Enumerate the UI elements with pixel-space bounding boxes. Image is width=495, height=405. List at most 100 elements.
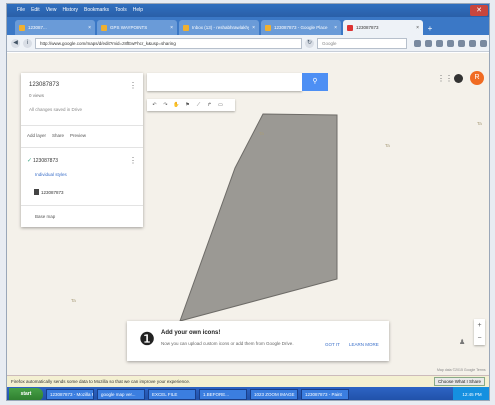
tab-label: Inbox (13) - reshabhrawlakhy... [192, 25, 250, 30]
home-icon[interactable] [447, 39, 454, 47]
window-close-button[interactable]: ✕ [470, 5, 488, 16]
map-place-label: Ta [477, 121, 482, 126]
base-map-toggle[interactable]: Base map [35, 214, 55, 219]
panel-divider [21, 147, 143, 148]
redo-icon[interactable]: ↷ [161, 102, 170, 108]
notification-message: Firefox automatically sends some data to… [11, 379, 191, 384]
layer-feature-item[interactable]: 123087873 [41, 190, 64, 195]
tab-close-icon[interactable]: × [334, 25, 337, 31]
marker-icon[interactable]: ⚑ [183, 102, 192, 108]
start-button[interactable]: start [9, 388, 43, 400]
search-button[interactable]: ⚲ [302, 73, 328, 91]
share-button[interactable]: Share [52, 133, 64, 138]
search-icon: ⚲ [312, 78, 318, 85]
tab-label: 123087... [28, 25, 47, 30]
browser-tab[interactable]: 123087873 - Google Place × [261, 20, 341, 35]
zoom-control: + − [474, 319, 485, 345]
promo-title: Add your own icons! [161, 330, 221, 336]
menu-edit[interactable]: Edit [31, 4, 40, 17]
learn-more-link[interactable]: LEARN MORE [349, 342, 379, 347]
more-options-icon[interactable]: ⋮ [129, 81, 137, 90]
custom-icon-icon: ❶ [139, 329, 156, 349]
draw-line-icon[interactable]: ⟋ [194, 102, 203, 108]
panel-divider [21, 125, 143, 126]
undo-icon[interactable]: ↶ [150, 102, 159, 108]
toolbar-icons [414, 39, 487, 47]
menu-help[interactable]: Help [133, 4, 143, 17]
layer-style-link[interactable]: Individual styles [35, 172, 67, 177]
reading-list-icon[interactable] [425, 39, 432, 47]
browser-tab-active[interactable]: 123087873 × [343, 20, 423, 35]
map-place-label: Ta [385, 143, 390, 148]
notifications-icon[interactable] [454, 74, 463, 83]
browser-window: File Edit View History Bookmarks Tools H… [6, 3, 490, 401]
tab-close-icon[interactable]: × [88, 25, 91, 31]
tab-close-icon[interactable]: × [416, 25, 419, 31]
map-title[interactable]: 123087873 [29, 82, 59, 88]
map-place-label: Ta [71, 298, 76, 303]
menu-bar: File Edit View History Bookmarks Tools H… [7, 4, 143, 17]
zoom-in-button[interactable]: + [474, 319, 485, 332]
choose-what-i-share-button[interactable]: Choose What I Share [433, 377, 485, 386]
taskbar-item[interactable]: 123087873 - Paint [301, 389, 349, 400]
menu-history[interactable]: History [62, 4, 78, 17]
lock-icon: i [23, 38, 32, 48]
add-layer-button[interactable]: Add layer [27, 133, 46, 138]
menu-view[interactable]: View [46, 4, 57, 17]
taskbar-item[interactable]: google map ver... [97, 389, 145, 400]
save-status: All changes saved in Drive [29, 107, 83, 112]
browser-tab[interactable]: GPS WAYPOINTS × [97, 20, 177, 35]
panel-actions: Add layer Share Preview [27, 133, 86, 138]
system-clock: 12:45 PM [453, 387, 489, 400]
got-it-button[interactable]: GOT IT [325, 342, 340, 347]
taskbar-item[interactable]: 1023 ZOOM IMAGE [250, 389, 298, 400]
menu-file[interactable]: File [17, 4, 25, 17]
taskbar-item[interactable]: 1.BEFORE... [199, 389, 247, 400]
map-search-input[interactable] [147, 73, 302, 91]
preview-button[interactable]: Preview [70, 133, 86, 138]
windows-taskbar: start 123087873 - Mozilla F... google ma… [7, 387, 489, 400]
tab-favicon-icon [183, 24, 189, 31]
tab-strip: 123087... × GPS WAYPOINTS × Inbox (13) -… [7, 17, 489, 35]
notification-bar: Firefox automatically sends some data to… [7, 375, 489, 387]
layer-options-icon[interactable]: ⋮ [129, 156, 137, 165]
reload-button[interactable]: ↻ [305, 38, 314, 48]
map-canvas[interactable]: Ta Ta Ta Ta 123087873 0 views ⋮ All chan… [7, 53, 489, 375]
map-place-label: Ta [259, 131, 264, 136]
star-icon[interactable] [414, 39, 421, 47]
shield-icon[interactable] [469, 39, 476, 47]
menu-tools[interactable]: Tools [115, 4, 127, 17]
map-views-count: 0 views [29, 93, 45, 98]
pocket-icon[interactable] [458, 39, 465, 47]
panel-divider [21, 205, 143, 206]
new-tab-button[interactable]: + [425, 23, 435, 35]
tab-close-icon[interactable]: × [252, 25, 255, 31]
layer-checkbox-icon[interactable]: ✓ [27, 157, 32, 164]
taskbar-item[interactable]: 123087873 - Mozilla F... [46, 389, 94, 400]
ruler-icon[interactable]: ▭ [216, 102, 225, 108]
tab-label: 123087873 - Google Place [274, 25, 328, 30]
address-bar[interactable]: http://www.google.com/maps/d/edit?mid=z8… [35, 37, 302, 49]
back-button[interactable]: ◀ [11, 38, 20, 48]
browser-search-input[interactable]: Google [317, 37, 407, 49]
menu-bookmarks[interactable]: Bookmarks [84, 4, 109, 17]
title-bar: File Edit View History Bookmarks Tools H… [7, 4, 489, 17]
browser-tab[interactable]: 123087... × [15, 20, 95, 35]
pegman-icon[interactable]: ♟ [459, 338, 465, 346]
layer-name[interactable]: 123087873 [33, 158, 58, 164]
tab-label: GPS WAYPOINTS [110, 25, 148, 30]
apps-grid-icon[interactable]: ⋮⋮ [437, 74, 453, 83]
drawn-polygon[interactable] [179, 113, 338, 322]
zoom-out-button[interactable]: − [474, 332, 485, 345]
browser-tab[interactable]: Inbox (13) - reshabhrawlakhy... × [179, 20, 259, 35]
tab-favicon-icon [347, 24, 353, 31]
tab-close-icon[interactable]: × [170, 25, 173, 31]
hamburger-menu-icon[interactable] [480, 39, 487, 47]
hand-icon[interactable]: ✋ [172, 102, 181, 108]
directions-icon[interactable]: ↱ [205, 102, 214, 108]
avatar[interactable]: R [470, 71, 484, 85]
taskbar-item[interactable]: EXCEL FILE [148, 389, 196, 400]
navigation-bar: ◀ i http://www.google.com/maps/d/edit?mi… [7, 35, 489, 52]
polygon-item-icon [34, 189, 39, 195]
download-icon[interactable] [436, 39, 443, 47]
